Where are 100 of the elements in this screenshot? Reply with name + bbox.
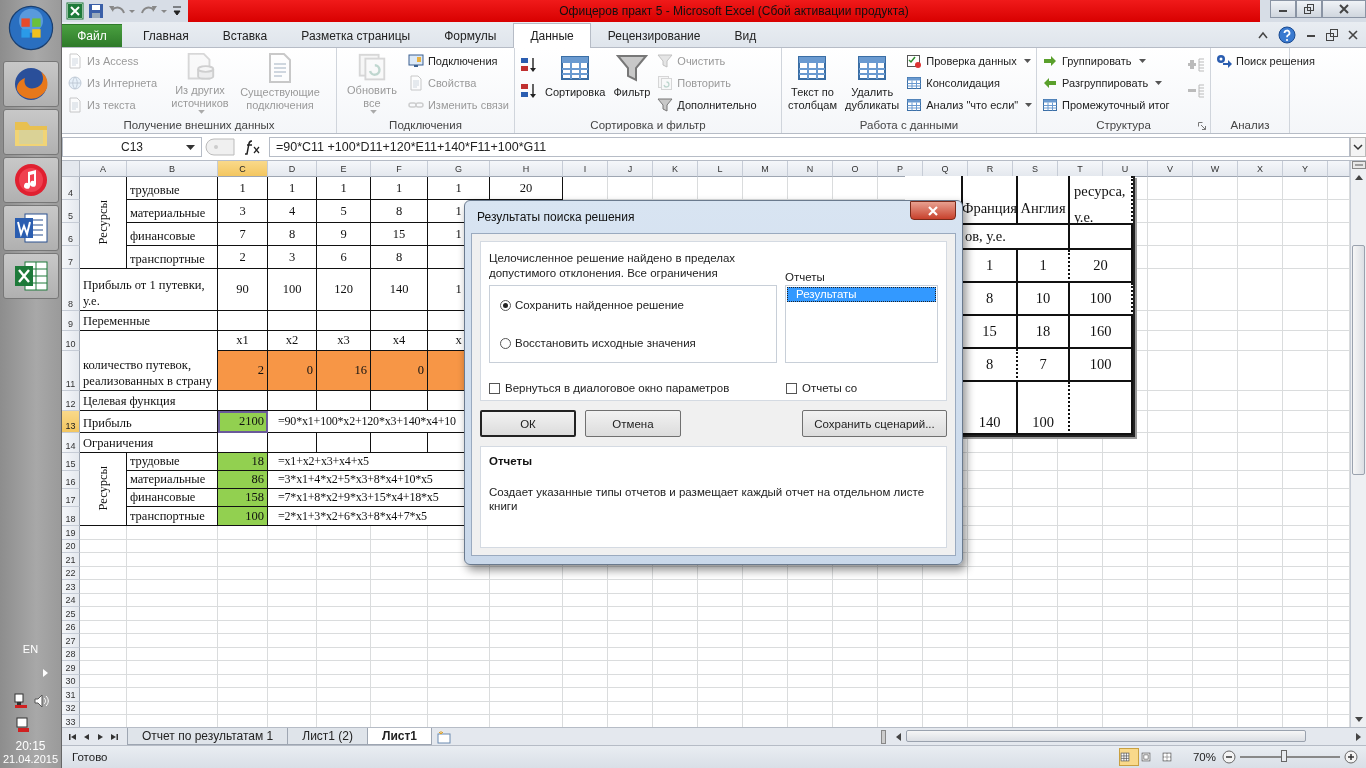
ribbon-tab[interactable]: Рецензирование	[590, 24, 718, 47]
column-header[interactable]: O	[833, 161, 878, 177]
column-header[interactable]: X	[1238, 161, 1283, 177]
sheet-tab[interactable]: Лист1 (2)	[287, 728, 368, 745]
dialog-button[interactable]: Отмена	[585, 410, 681, 437]
spreadsheet-cell: 6	[317, 246, 371, 269]
row-header[interactable]: 10	[62, 331, 80, 351]
row-header[interactable]: 9	[62, 311, 80, 331]
column-header[interactable]: U	[1103, 161, 1148, 177]
row-header[interactable]: 11	[62, 351, 80, 391]
ribbon-button[interactable]: Проверка данных	[904, 50, 1035, 72]
ribbon-button[interactable]: Дополнительно	[655, 94, 759, 116]
spreadsheet-cell: 20	[490, 177, 563, 200]
group-label: Анализ	[1230, 119, 1270, 131]
column-header[interactable]: P	[878, 161, 923, 177]
column-header[interactable]: B	[127, 161, 218, 177]
column-header[interactable]: E	[317, 161, 371, 177]
table-cell: Англия	[1018, 176, 1070, 225]
column-header[interactable]: V	[1148, 161, 1193, 177]
column-header[interactable]: M	[743, 161, 788, 177]
spreadsheet-cell: материальные	[127, 200, 218, 223]
spreadsheet-cell: 0	[268, 351, 317, 391]
column-header[interactable]: H	[490, 161, 563, 177]
row-header[interactable]: 16	[62, 471, 80, 489]
checkbox-label[interactable]: Отчеты со	[802, 382, 858, 394]
ribbon-button[interactable]: Сортировка	[542, 50, 609, 116]
column-header[interactable]: Q	[923, 161, 968, 177]
column-header[interactable]: C	[218, 161, 268, 177]
row-header[interactable]: 14	[62, 433, 80, 453]
row-header[interactable]: 19	[62, 526, 80, 540]
option-label[interactable]: Сохранить найденное решение	[515, 299, 684, 311]
row-header[interactable]: 4	[62, 177, 80, 200]
spreadsheet-cell: количество путевок, реализованных в страну	[80, 331, 218, 391]
column-header[interactable]: J	[608, 161, 653, 177]
spreadsheet-cell: 0	[371, 351, 428, 391]
ribbon-tab[interactable]: Разметка страницы	[284, 24, 428, 47]
row-header[interactable]: 21	[62, 553, 80, 567]
spreadsheet-cell: Переменные	[80, 311, 218, 331]
column-header[interactable]: W	[1193, 161, 1238, 177]
row-header[interactable]: 31	[62, 688, 80, 702]
dialog-button[interactable]: ОК	[480, 410, 576, 437]
row-header[interactable]: 17	[62, 489, 80, 507]
spreadsheet-cell: 9	[317, 223, 371, 246]
column-header[interactable]: Y	[1283, 161, 1328, 177]
group-label: Получение внешних данных	[123, 119, 275, 131]
column-header[interactable]: A	[80, 161, 127, 177]
ribbon-tab[interactable]: Формулы	[427, 24, 514, 47]
option-label[interactable]: Восстановить исходные значения	[515, 337, 696, 349]
column-header[interactable]: R	[968, 161, 1013, 177]
row-header[interactable]: 25	[62, 607, 80, 621]
ribbon-button[interactable]: Подключения	[405, 50, 511, 72]
column-header[interactable]: I	[563, 161, 608, 177]
formula-field[interactable]: =90*C11 +100*D11+120*E11+140*F11+100*G11	[269, 137, 1350, 157]
table-cell: 7	[1018, 349, 1070, 382]
row-header[interactable]: 23	[62, 580, 80, 594]
spreadsheet-cell: 1	[268, 177, 317, 200]
dialog-button[interactable]: Сохранить сценарий...	[802, 410, 947, 437]
column-header[interactable]: L	[698, 161, 743, 177]
ribbon-button[interactable]: Удалить дубликаты	[842, 50, 903, 116]
column-header[interactable]: N	[788, 161, 833, 177]
row-header[interactable]: 7	[62, 246, 80, 269]
column-header[interactable]: S	[1013, 161, 1058, 177]
zoom-level[interactable]: 70%	[1192, 751, 1216, 763]
column-header[interactable]: T	[1058, 161, 1103, 177]
file-tab[interactable]: Файл	[62, 24, 122, 47]
ribbon-button[interactable]: Поиск решения	[1214, 50, 1317, 72]
spreadsheet-cell: 158	[218, 489, 268, 507]
ribbon-button[interactable]: Разгруппировать	[1040, 72, 1172, 94]
column-header[interactable]: F	[371, 161, 428, 177]
spreadsheet-cell: 8	[371, 200, 428, 223]
row-header[interactable]: 8	[62, 269, 80, 311]
row-header[interactable]: 29	[62, 661, 80, 675]
sheet-tab[interactable]: Лист1	[367, 728, 433, 745]
ribbon-button[interactable]: Фильтр	[610, 50, 654, 116]
row-header[interactable]: 27	[62, 634, 80, 648]
column-header[interactable]: G	[428, 161, 490, 177]
ribbon-tab[interactable]: Вид	[717, 24, 774, 47]
row-header[interactable]: 18	[62, 507, 80, 526]
ribbon-button[interactable]: Анализ "что если"	[904, 94, 1035, 116]
ribbon-button[interactable]: Промежуточный итог	[1040, 94, 1172, 116]
group-label: Структура	[1096, 119, 1151, 131]
row-header[interactable]: 13	[62, 411, 80, 433]
table-cell: 100	[1070, 349, 1133, 382]
ribbon-tab[interactable]: Главная	[126, 24, 206, 47]
row-header[interactable]: 15	[62, 453, 80, 471]
table-cell: 20	[1070, 250, 1133, 283]
ribbon-button[interactable]: Группировать	[1040, 50, 1172, 72]
column-header[interactable]: D	[268, 161, 317, 177]
row-header[interactable]: 5	[62, 200, 80, 223]
ribbon-tab[interactable]: Данные	[513, 23, 591, 48]
row-header[interactable]: 33	[62, 715, 80, 727]
checkbox-label[interactable]: Вернуться в диалоговое окно параметров	[505, 382, 730, 394]
ribbon-tab[interactable]: Вставка	[205, 24, 285, 47]
row-header[interactable]: 6	[62, 223, 80, 246]
name-box[interactable]: C13	[62, 137, 202, 157]
ribbon-button[interactable]: Консолидация	[904, 72, 1035, 94]
row-header[interactable]: 12	[62, 391, 80, 411]
ribbon-button[interactable]: Текст по столбцам	[785, 50, 840, 116]
sheet-tab[interactable]: Отчет по результатам 1	[127, 728, 289, 745]
column-header[interactable]: K	[653, 161, 698, 177]
